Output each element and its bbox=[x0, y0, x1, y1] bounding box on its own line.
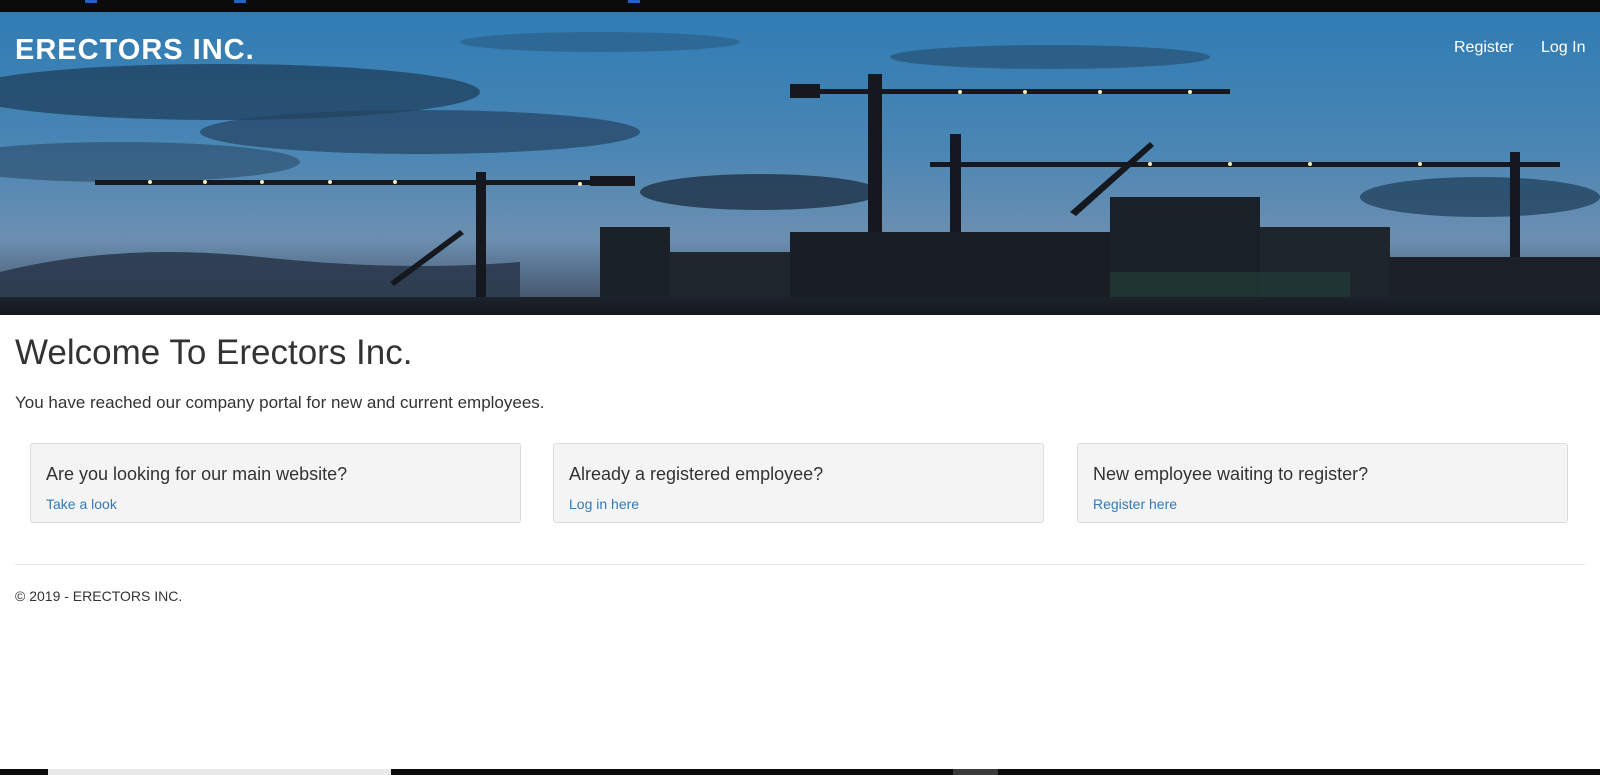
brand-logo[interactable]: ERECTORS INC. bbox=[15, 34, 255, 67]
browser-top-strip bbox=[0, 0, 1600, 12]
register-here-link[interactable]: Register here bbox=[1093, 496, 1177, 512]
card-registered-employee: Already a registered employee? Log in he… bbox=[553, 443, 1044, 523]
page-subtitle: You have reached our company portal for … bbox=[15, 393, 545, 412]
card-main-website: Are you looking for our main website? Ta… bbox=[30, 443, 521, 523]
top-strip-marker bbox=[234, 0, 246, 3]
top-strip-marker bbox=[628, 0, 640, 3]
card-title: Are you looking for our main website? bbox=[46, 464, 348, 484]
top-strip-marker bbox=[85, 0, 97, 3]
take-a-look-link[interactable]: Take a look bbox=[46, 496, 117, 512]
footer-copyright: © 2019 - ERECTORS INC. bbox=[15, 588, 183, 604]
taskbar-item[interactable] bbox=[953, 769, 998, 775]
taskbar-item[interactable] bbox=[48, 769, 391, 775]
taskbar-strip bbox=[0, 769, 1600, 775]
card-title: Already a registered employee? bbox=[569, 464, 824, 484]
footer-divider bbox=[15, 564, 1585, 565]
log-in-here-link[interactable]: Log in here bbox=[569, 496, 639, 512]
nav-login-link[interactable]: Log In bbox=[1541, 39, 1585, 57]
page-title: Welcome To Erectors Inc. bbox=[15, 333, 413, 372]
nav-register-link[interactable]: Register bbox=[1454, 39, 1514, 57]
card-new-employee: New employee waiting to register? Regist… bbox=[1077, 443, 1568, 523]
card-title: New employee waiting to register? bbox=[1093, 464, 1369, 484]
hero-banner: ERECTORS INC. Register Log In bbox=[0, 12, 1600, 315]
